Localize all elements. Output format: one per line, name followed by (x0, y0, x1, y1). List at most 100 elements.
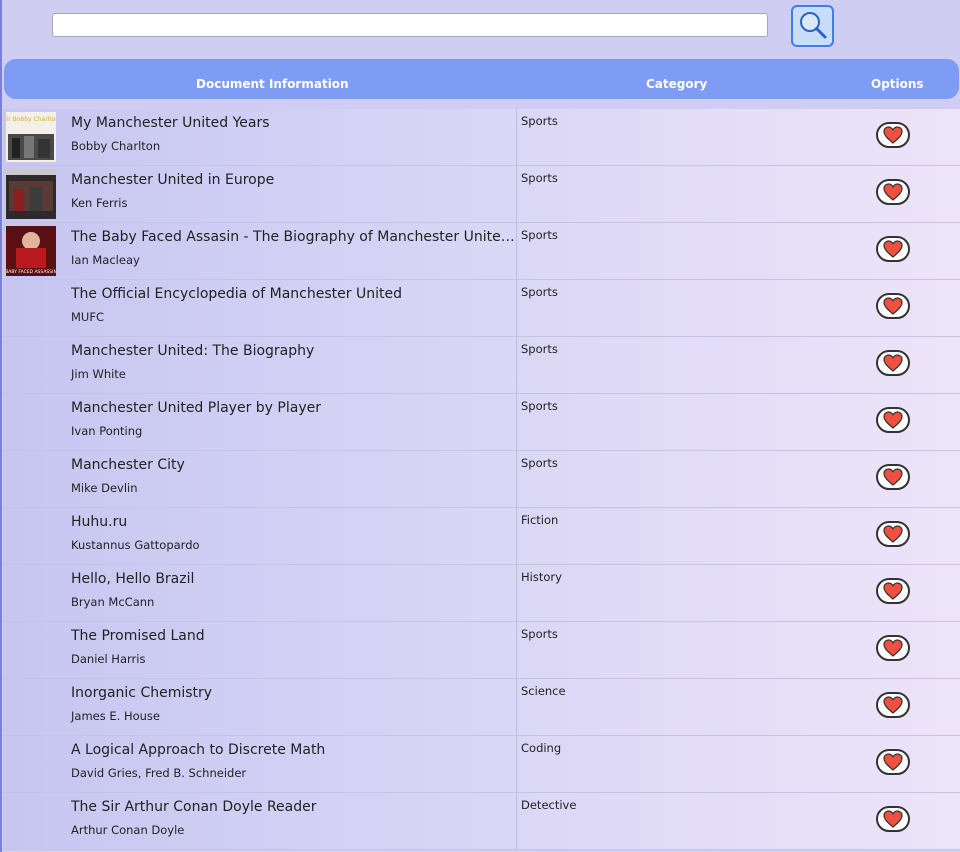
column-divider (516, 280, 517, 337)
document-category: Sports (521, 456, 558, 470)
table-row[interactable]: Inorganic Chemistry James E. House Science (3, 679, 960, 736)
book-cover[interactable]: Sir Bobby Charlton (3, 112, 59, 162)
search-input[interactable] (52, 13, 768, 37)
document-author: David Gries, Fred B. Schneider (71, 766, 247, 780)
document-author: Bryan McCann (71, 595, 155, 609)
heart-icon (883, 525, 903, 543)
document-category: Science (521, 684, 566, 698)
table-row[interactable]: Huhu.ru Kustannus Gattopardo Fiction (3, 508, 960, 565)
document-title[interactable]: Huhu.ru (71, 514, 515, 530)
document-title[interactable]: Manchester United Player by Player (71, 400, 515, 416)
favorite-button[interactable] (876, 236, 910, 262)
document-title[interactable]: My Manchester United Years (71, 115, 515, 131)
document-author: Ivan Ponting (71, 424, 143, 438)
table-row[interactable]: The Official Encyclopedia of Manchester … (3, 280, 960, 337)
favorite-button[interactable] (876, 692, 910, 718)
document-author: Mike Devlin (71, 481, 138, 495)
heart-icon (883, 753, 903, 771)
document-list: Sir Bobby Charlton My Manchester United Y… (3, 109, 960, 850)
favorite-button[interactable] (876, 749, 910, 775)
document-category: Sports (521, 627, 558, 641)
column-header-options: Options (871, 77, 924, 91)
document-author: Arthur Conan Doyle (71, 823, 185, 837)
column-divider (516, 793, 517, 850)
document-title[interactable]: The Official Encyclopedia of Manchester … (71, 286, 515, 302)
heart-icon (883, 126, 903, 144)
column-divider (516, 451, 517, 508)
column-divider (516, 565, 517, 622)
document-category: Sports (521, 171, 558, 185)
column-divider (516, 679, 517, 736)
table-row[interactable]: The Sir Arthur Conan Doyle Reader Arthur … (3, 793, 960, 850)
heart-icon (883, 297, 903, 315)
heart-icon (883, 354, 903, 372)
column-divider (516, 622, 517, 679)
document-category: Sports (521, 342, 558, 356)
column-header-document-information: Document Information (196, 77, 349, 91)
heart-icon (883, 183, 903, 201)
favorite-button[interactable] (876, 293, 910, 319)
document-category: Sports (521, 228, 558, 242)
book-cover-image: Sir Bobby Charlton (3, 112, 59, 162)
column-divider (516, 223, 517, 280)
book-cover-image (6, 169, 56, 219)
document-title[interactable]: A Logical Approach to Discrete Math (71, 742, 515, 758)
document-author: Kustannus Gattopardo (71, 538, 200, 552)
table-row[interactable]: Manchester City Mike Devlin Sports (3, 451, 960, 508)
table-row[interactable]: A Logical Approach to Discrete Math David… (3, 736, 960, 793)
document-author: Bobby Charlton (71, 139, 161, 153)
table-row[interactable]: BABY FACED ASSASSIN The Baby Faced Assasi… (3, 223, 960, 280)
document-author: James E. House (71, 709, 160, 723)
column-divider (516, 736, 517, 793)
favorite-button[interactable] (876, 578, 910, 604)
heart-icon (883, 810, 903, 828)
column-divider (516, 166, 517, 223)
favorite-button[interactable] (876, 806, 910, 832)
favorite-button[interactable] (876, 350, 910, 376)
book-cover-image: BABY FACED ASSASSIN (5, 226, 57, 276)
cover-text: BABY FACED ASSASSIN (6, 269, 56, 275)
favorite-button[interactable] (876, 179, 910, 205)
heart-icon (883, 240, 903, 258)
book-cover[interactable]: BABY FACED ASSASSIN (5, 226, 57, 276)
column-divider (516, 109, 517, 166)
table-row[interactable]: Manchester United in Europe Ken Ferris Spo… (3, 166, 960, 223)
cover-text: Sir Bobby Charlton (6, 116, 56, 123)
heart-icon (883, 468, 903, 486)
document-author: MUFC (71, 310, 104, 324)
document-title[interactable]: The Sir Arthur Conan Doyle Reader (71, 799, 515, 815)
search-bar (0, 0, 960, 58)
document-title[interactable]: Manchester United: The Biography (71, 343, 515, 359)
document-author: Ken Ferris (71, 196, 128, 210)
document-title[interactable]: Inorganic Chemistry (71, 685, 515, 701)
favorite-button[interactable] (876, 521, 910, 547)
document-author: Ian Macleay (71, 253, 140, 267)
favorite-button[interactable] (876, 407, 910, 433)
table-row[interactable]: Manchester United: The Biography Jim Whit… (3, 337, 960, 394)
table-header: Document Information Category Options (4, 59, 959, 99)
heart-icon (883, 582, 903, 600)
favorite-button[interactable] (876, 464, 910, 490)
document-category: Fiction (521, 513, 559, 527)
book-cover[interactable] (6, 169, 56, 219)
search-icon (799, 12, 826, 39)
document-title[interactable]: Manchester United in Europe (71, 172, 515, 188)
document-category: Detective (521, 798, 577, 812)
table-row[interactable]: Manchester United Player by Player Ivan P… (3, 394, 960, 451)
document-category: History (521, 570, 562, 584)
document-title[interactable]: The Promised Land (71, 628, 515, 644)
favorite-button[interactable] (876, 122, 910, 148)
document-author: Daniel Harris (71, 652, 146, 666)
document-title[interactable]: The Baby Faced Assasin - The Biography o… (71, 229, 515, 245)
document-category: Sports (521, 285, 558, 299)
favorite-button[interactable] (876, 635, 910, 661)
table-row[interactable]: The Promised Land Daniel Harris Sports (3, 622, 960, 679)
document-title[interactable]: Manchester City (71, 457, 515, 473)
table-row[interactable]: Hello, Hello Brazil Bryan McCann History (3, 565, 960, 622)
column-header-category: Category (646, 77, 708, 91)
heart-icon (883, 411, 903, 429)
document-title[interactable]: Hello, Hello Brazil (71, 571, 515, 587)
document-author: Jim White (71, 367, 126, 381)
search-button[interactable] (791, 5, 834, 47)
table-row[interactable]: Sir Bobby Charlton My Manchester United Y… (3, 109, 960, 166)
